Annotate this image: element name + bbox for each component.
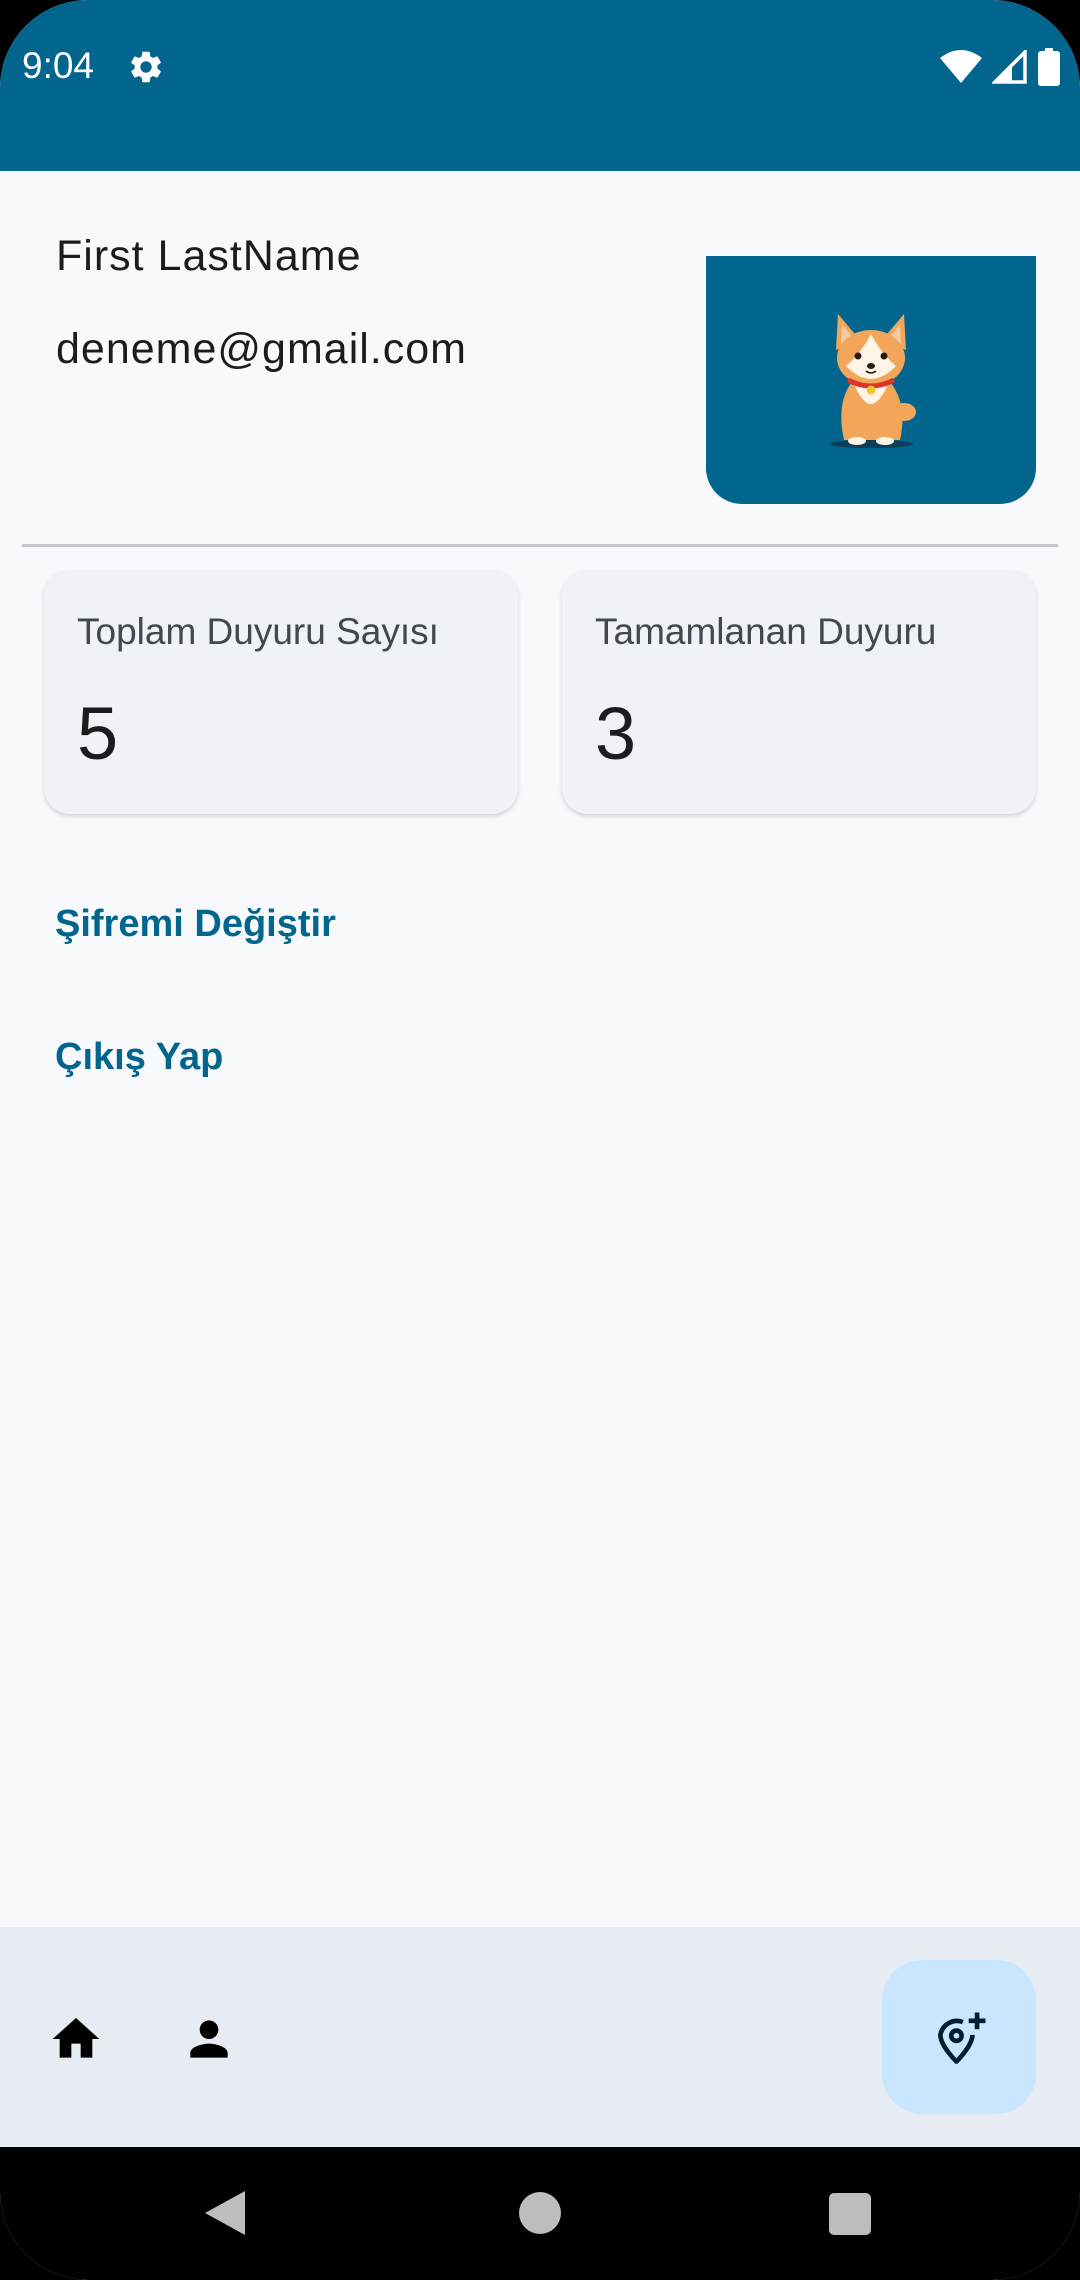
home-icon[interactable] bbox=[48, 2011, 104, 2067]
screen: 9:04 First LastName deneme@gmail.com Top… bbox=[0, 0, 1080, 2280]
completed-announcements-card: Tamamlanan Duyuru 3 bbox=[562, 570, 1036, 814]
home-circle-icon[interactable] bbox=[519, 2192, 561, 2234]
bottom-navigation-bar bbox=[0, 1927, 1080, 2147]
change-password-button[interactable]: Şifremi Değiştir bbox=[55, 901, 336, 947]
recents-square-icon[interactable] bbox=[829, 2193, 871, 2235]
corgi-dog-icon bbox=[829, 314, 916, 448]
add-location-icon bbox=[938, 2012, 986, 2064]
person-icon[interactable] bbox=[181, 2011, 237, 2067]
card-value: 3 bbox=[595, 692, 637, 775]
avatar[interactable] bbox=[706, 256, 1036, 504]
status-icons bbox=[940, 48, 1060, 86]
back-icon[interactable] bbox=[205, 2189, 247, 2237]
top-app-bar: 9:04 bbox=[0, 0, 1080, 171]
divider bbox=[22, 544, 1058, 547]
settings-gear-icon bbox=[131, 51, 161, 83]
add-location-button[interactable] bbox=[882, 1960, 1036, 2114]
cellular-signal-icon bbox=[992, 50, 1027, 84]
logout-button[interactable]: Çıkış Yap bbox=[55, 1034, 223, 1080]
system-navigation-bar bbox=[0, 2147, 1080, 2280]
profile-name: First LastName bbox=[56, 232, 362, 280]
card-title: Toplam Duyuru Sayısı bbox=[77, 611, 439, 652]
status-time: 9:04 bbox=[22, 45, 95, 86]
total-announcements-card: Toplam Duyuru Sayısı 5 bbox=[44, 570, 518, 814]
battery-icon bbox=[1038, 48, 1060, 86]
card-title: Tamamlanan Duyuru bbox=[595, 611, 937, 652]
wifi-icon bbox=[940, 50, 982, 83]
profile-email: deneme@gmail.com bbox=[56, 325, 467, 373]
card-value: 5 bbox=[77, 692, 119, 775]
